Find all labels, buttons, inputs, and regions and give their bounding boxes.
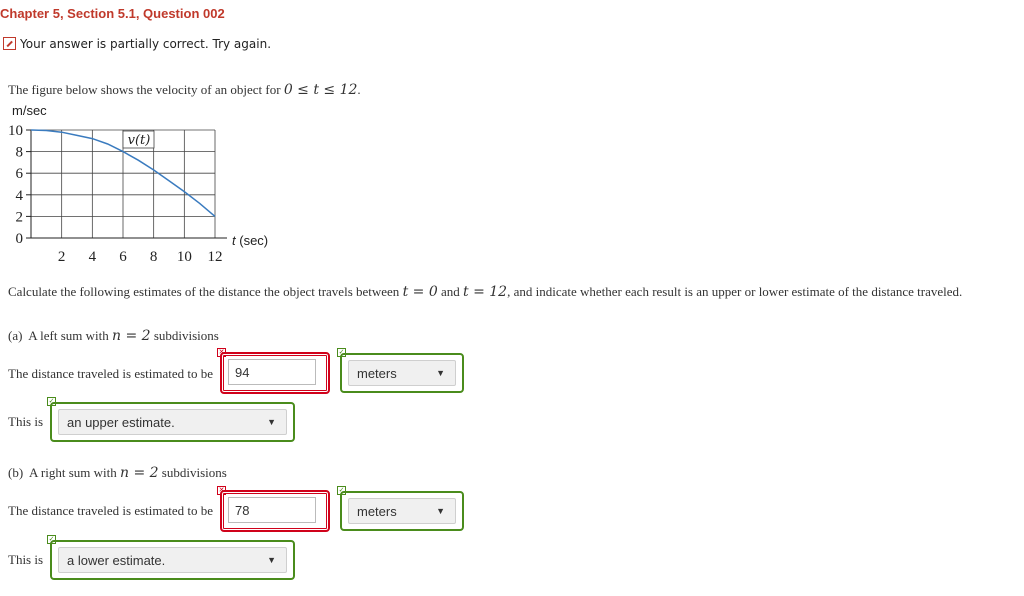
part-a-units-field: meters ▼ — [340, 353, 464, 393]
status-text: Your answer is partially correct. Try ag… — [20, 36, 272, 51]
part-b-units-select[interactable]: meters ▼ — [348, 498, 456, 524]
x-tick-label: 4 — [89, 249, 97, 265]
y-tick-label: 2 — [16, 209, 24, 225]
series-label: v(t) — [128, 133, 151, 148]
part-a-distance-field — [220, 352, 330, 394]
part-a-heading: (a) A left sum with n = 2 subdivisions — [8, 328, 219, 344]
dropdown-arrow-icon: ▼ — [267, 555, 276, 565]
problem-intro: The figure below shows the velocity of a… — [8, 82, 361, 98]
part-a-estimate-field: an upper estimate. ▼ — [50, 402, 295, 442]
part-a-distance-input[interactable] — [228, 359, 316, 385]
part-a-units-select[interactable]: meters ▼ — [348, 360, 456, 386]
answer-status: Your answer is partially correct. Try ag… — [3, 35, 271, 52]
x-tick-label: 10 — [177, 249, 192, 265]
instructions: Calculate the following estimates of the… — [8, 284, 963, 300]
part-a-this-is-label: This is — [8, 414, 44, 429]
y-tick-label: 8 — [16, 145, 24, 161]
part-b-distance-label: The distance traveled is estimated to be — [8, 503, 214, 518]
x-tick-label: 2 — [58, 249, 66, 265]
part-b-estimate-field: a lower estimate. ▼ — [50, 540, 295, 580]
y-axis-label: m/sec — [12, 103, 47, 118]
part-b-this-is-label: This is — [8, 552, 44, 567]
dropdown-arrow-icon: ▼ — [436, 368, 445, 378]
partially-correct-icon — [3, 37, 16, 50]
part-a-distance-label: The distance traveled is estimated to be — [8, 366, 214, 381]
y-tick-label: 4 — [16, 188, 24, 204]
y-tick-label: 6 — [16, 166, 24, 182]
part-b-units-field: meters ▼ — [340, 491, 464, 531]
question-title: Chapter 5, Section 5.1, Question 002 — [0, 6, 225, 21]
part-b-distance-input[interactable] — [228, 497, 316, 523]
x-tick-label: 12 — [208, 249, 223, 265]
x-tick-label: 6 — [119, 249, 127, 265]
y-tick-label: 0 — [16, 231, 24, 247]
part-b-distance-field — [220, 490, 330, 532]
dropdown-arrow-icon: ▼ — [436, 506, 445, 516]
x-tick-label: 8 — [150, 249, 158, 265]
velocity-chart: 10 8 6 4 2 0 2 4 6 8 10 12 m/sec t (sec) v(t) — [8, 103, 268, 265]
x-axis-label: t (sec) — [232, 233, 268, 248]
y-tick-label: 10 — [8, 123, 23, 139]
part-a-estimate-select[interactable]: an upper estimate. ▼ — [58, 409, 287, 435]
part-b-heading: (b) A right sum with n = 2 subdivisions — [8, 465, 227, 481]
part-b-estimate-select[interactable]: a lower estimate. ▼ — [58, 547, 287, 573]
dropdown-arrow-icon: ▼ — [267, 417, 276, 427]
